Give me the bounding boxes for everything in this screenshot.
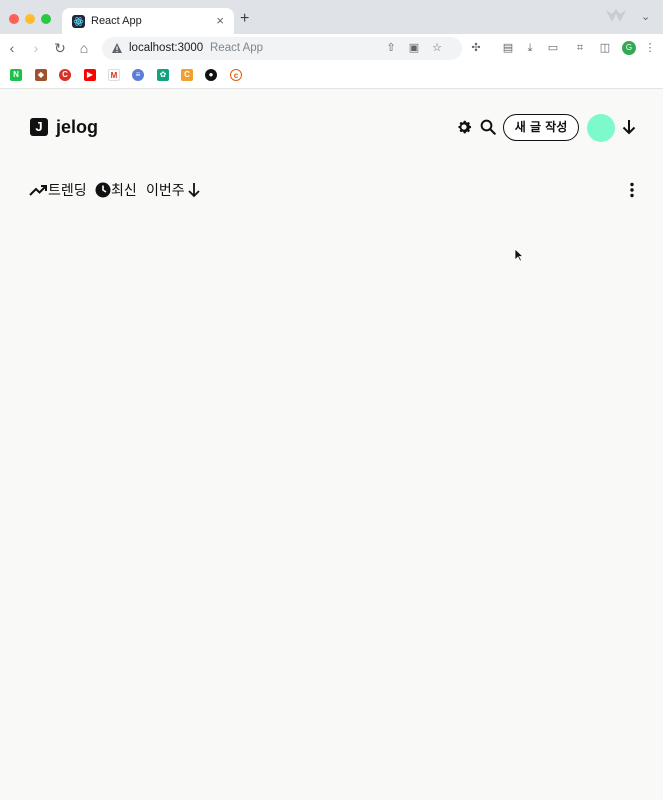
tab-latest[interactable]: 최신 xyxy=(111,180,137,200)
react-icon xyxy=(72,15,85,28)
minimize-window-button[interactable] xyxy=(25,14,35,24)
close-window-button[interactable] xyxy=(9,14,19,24)
browser-titlebar: React App × + ⌄ xyxy=(0,0,663,35)
clock-icon xyxy=(95,182,111,198)
bookmark-c-icon[interactable]: C xyxy=(59,69,71,81)
url-page-title: React App xyxy=(210,42,264,54)
bookmark-star-icon[interactable]: ☆ xyxy=(430,41,444,55)
forward-icon[interactable]: › xyxy=(28,40,44,56)
bookmark-c-orange-icon[interactable]: C xyxy=(181,69,193,81)
sidebar-icon[interactable]: ◫ xyxy=(598,41,612,55)
back-icon[interactable]: ‹ xyxy=(4,40,20,56)
new-tab-button[interactable]: + xyxy=(240,10,249,28)
browser-toolbar: ‹ › ↻ ⌂ localhost:3000 React App ⇧ ▣ ☆ ✣… xyxy=(0,34,663,63)
period-select[interactable]: 이번주 xyxy=(146,180,185,200)
bookmark-globe-icon[interactable]: ≡ xyxy=(132,69,144,81)
tab-trending[interactable]: 트렌딩 xyxy=(48,180,87,200)
brand-name[interactable]: jelog xyxy=(56,117,98,138)
more-vertical-icon[interactable] xyxy=(628,182,636,198)
page-content: J jelog 새 글 작성 트렌딩 최신 이번주 xyxy=(0,90,663,800)
home-icon[interactable]: ⌂ xyxy=(76,40,92,56)
browser-menu-icon[interactable]: ⋮ xyxy=(643,41,657,55)
install-app-icon[interactable]: ▣ xyxy=(407,41,421,55)
maximize-window-button[interactable] xyxy=(41,14,51,24)
extension-puzzle-icon[interactable]: ✣ xyxy=(469,41,483,55)
naver-bookmark-icon[interactable]: N xyxy=(10,69,22,81)
chevron-down-icon[interactable] xyxy=(187,182,201,198)
tab-title: React App xyxy=(91,15,142,27)
write-post-button[interactable]: 새 글 작성 xyxy=(503,114,579,141)
bookmarks-bar: N ◆ C ▶ M ≡ ✿ C ● c xyxy=(0,63,663,89)
youtube-bookmark-icon[interactable]: ▶ xyxy=(84,69,96,81)
browser-logo-icon xyxy=(606,9,626,22)
trending-icon xyxy=(29,185,47,196)
gmail-bookmark-icon[interactable]: M xyxy=(108,69,120,81)
screenshot-icon[interactable]: ⌗ xyxy=(573,41,587,55)
close-tab-icon[interactable]: × xyxy=(216,13,224,28)
chatgpt-bookmark-icon[interactable]: ✿ xyxy=(157,69,169,81)
download-icon[interactable]: ⤓ xyxy=(523,41,537,55)
not-secure-icon[interactable] xyxy=(111,42,123,54)
share-icon[interactable]: ⇧ xyxy=(384,41,398,55)
url-text: localhost:3000 xyxy=(129,42,204,54)
search-icon[interactable] xyxy=(479,118,497,136)
avatar[interactable] xyxy=(587,114,615,142)
logo-icon[interactable]: J xyxy=(30,118,48,136)
reload-icon[interactable]: ↻ xyxy=(52,40,68,56)
mouse-cursor-icon xyxy=(514,248,524,262)
browser-tab[interactable]: React App × xyxy=(62,8,234,35)
gear-icon[interactable] xyxy=(455,118,473,136)
cast-icon[interactable]: ▭ xyxy=(546,41,560,55)
arrow-down-icon[interactable] xyxy=(621,118,637,136)
bookmark-hex-icon[interactable]: ◆ xyxy=(35,69,47,81)
tab-search-icon[interactable]: ⌄ xyxy=(641,10,650,23)
bookmark-ring-icon[interactable]: c xyxy=(230,69,242,81)
profile-avatar-icon[interactable]: G xyxy=(622,41,636,55)
logo-letter: J xyxy=(35,119,43,134)
github-bookmark-icon[interactable]: ● xyxy=(205,69,217,81)
address-bar[interactable]: localhost:3000 React App ⇧ ▣ ☆ xyxy=(102,37,462,60)
translate-extension-icon[interactable]: ▤ xyxy=(501,41,515,55)
